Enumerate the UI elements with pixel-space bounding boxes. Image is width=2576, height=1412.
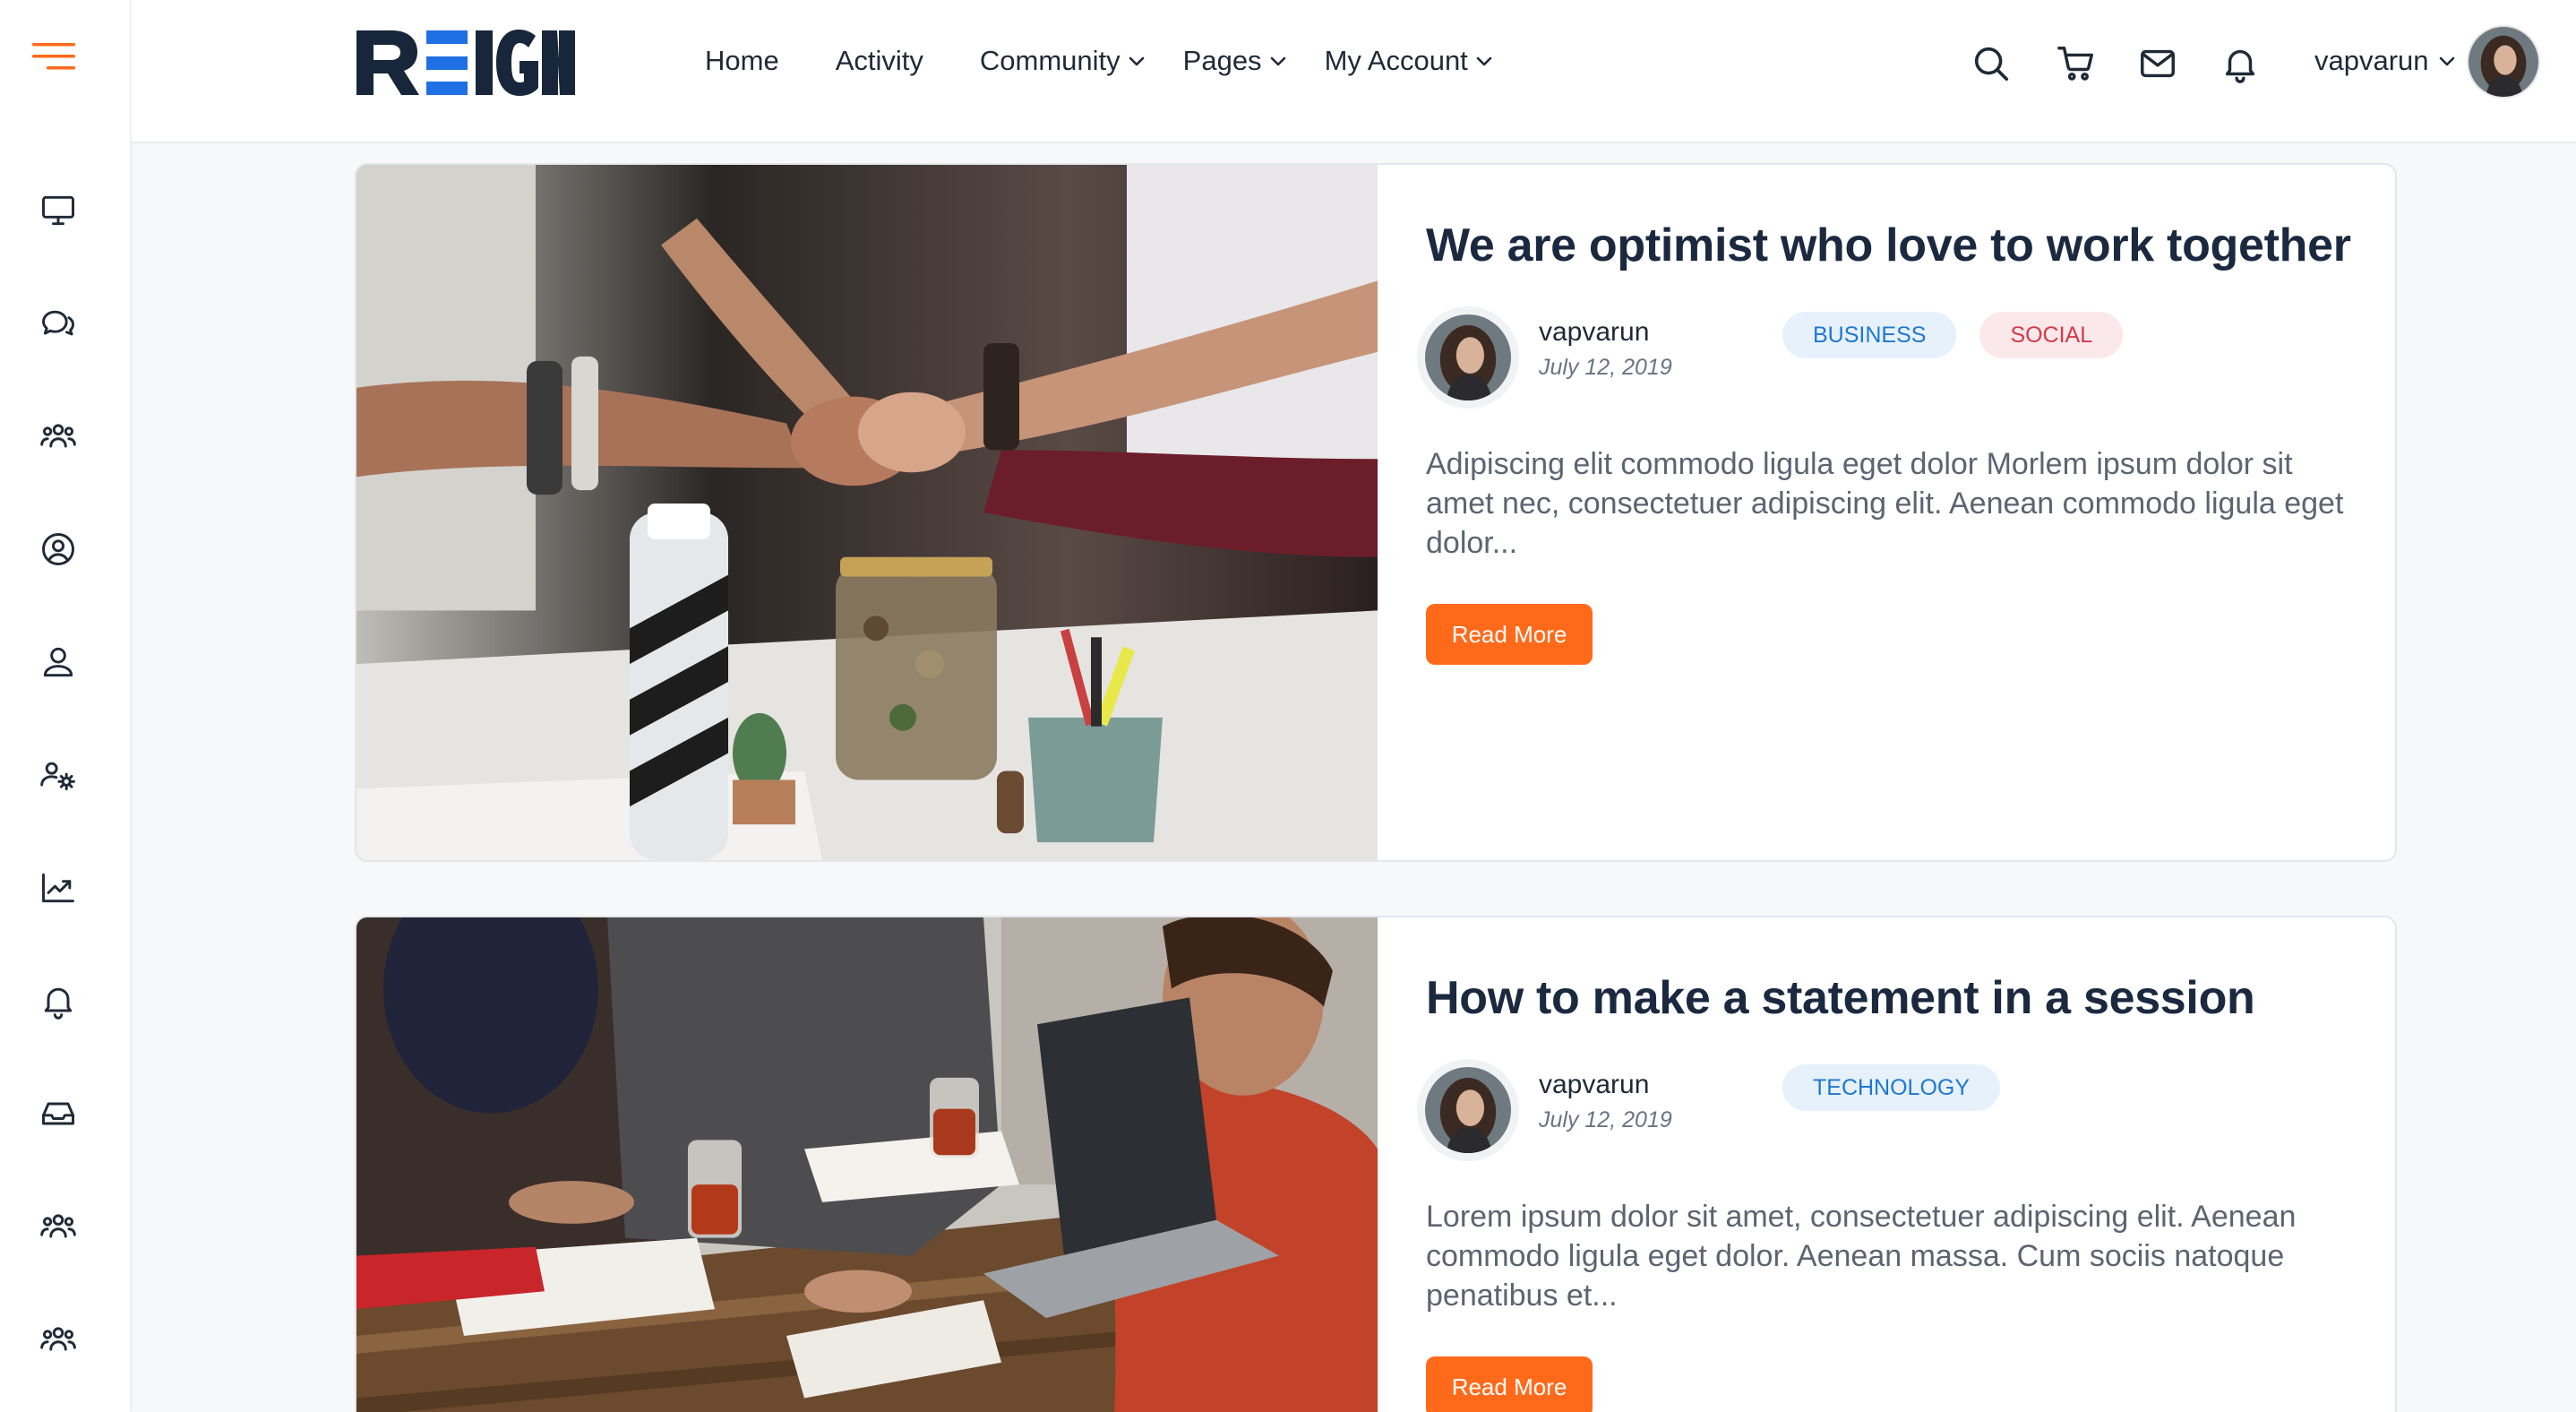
author-name[interactable]: vapvarun	[1539, 1070, 1649, 1100]
tag-business[interactable]: BUSINESS	[1782, 312, 1957, 358]
post-title[interactable]: How to make a statement in a session	[1426, 971, 2255, 1025]
post-card: We are optimist who love to work togethe…	[355, 163, 2397, 862]
nav-item-label: Home	[705, 45, 779, 76]
nav-item-label: Activity	[835, 45, 923, 76]
chevron-down-icon	[1476, 56, 1492, 66]
user-settings-icon[interactable]	[36, 753, 81, 797]
menu-icon[interactable]	[32, 41, 77, 72]
user-menu[interactable]: vapvarun	[2314, 45, 2458, 77]
user-circle-icon[interactable]	[36, 527, 81, 572]
post-date: July 12, 2019	[1539, 1107, 1672, 1132]
user-icon[interactable]	[36, 640, 81, 684]
post-card: How to make a statement in a session vap…	[355, 916, 2397, 1412]
inbox-icon[interactable]	[36, 1091, 81, 1136]
cart-icon[interactable]	[2052, 39, 2100, 88]
chevron-down-icon	[1129, 56, 1144, 66]
nav-item-label: My Account	[1324, 45, 1468, 76]
tag-list: TECHNOLOGY	[1782, 1064, 2023, 1111]
main-nav: Home Activity Community Pages My Account	[705, 45, 1495, 77]
bell-icon[interactable]	[2216, 39, 2264, 88]
bell-icon[interactable]	[36, 978, 81, 1023]
avatar[interactable]	[2467, 25, 2540, 99]
chevron-down-icon	[1270, 56, 1285, 66]
nav-item-pages[interactable]: Pages	[1183, 45, 1289, 77]
tag-social[interactable]: SOCIAL	[1979, 312, 2124, 358]
post-image-teamwork[interactable]	[356, 165, 1378, 860]
left-sidebar	[0, 0, 131, 1412]
post-image-meeting[interactable]	[356, 917, 1378, 1412]
groups-icon[interactable]	[36, 1204, 81, 1249]
tag-technology[interactable]: TECHNOLOGY	[1782, 1064, 2001, 1111]
post-excerpt: Adipiscing elit commodo ligula eget dolo…	[1426, 447, 2344, 560]
monitor-icon[interactable]	[36, 188, 81, 233]
nav-item-label: Community	[979, 45, 1121, 76]
header-actions: vapvarun	[1931, 25, 2576, 100]
author-avatar[interactable]	[1417, 306, 1519, 409]
post-excerpt: Lorem ipsum dolor sit amet, consectetuer…	[1426, 1200, 2297, 1313]
chart-line-icon[interactable]	[36, 865, 81, 910]
read-more-button[interactable]: Read More	[1426, 1356, 1593, 1412]
groups-icon[interactable]	[36, 1317, 81, 1362]
author-name[interactable]: vapvarun	[1539, 317, 1649, 348]
groups-icon[interactable]	[36, 414, 81, 459]
post-title[interactable]: We are optimist who love to work togethe…	[1426, 219, 2351, 272]
reign-logo[interactable]	[353, 25, 577, 100]
read-more-button[interactable]: Read More	[1426, 604, 1593, 665]
author-avatar[interactable]	[1417, 1059, 1519, 1161]
top-header: Home Activity Community Pages My Account	[131, 0, 2576, 143]
nav-item-label: Pages	[1182, 45, 1262, 76]
post-date: July 12, 2019	[1539, 355, 1672, 380]
search-icon[interactable]	[1967, 39, 2015, 88]
nav-item-community[interactable]: Community	[980, 45, 1147, 77]
mail-icon[interactable]	[2134, 39, 2182, 88]
chevron-down-icon	[2439, 56, 2454, 66]
tag-list: BUSINESS SOCIAL	[1782, 312, 2146, 358]
nav-item-my-account[interactable]: My Account	[1325, 45, 1495, 77]
nav-item-activity[interactable]: Activity	[836, 45, 923, 77]
nav-item-home[interactable]: Home	[705, 45, 779, 77]
chat-bubbles-icon[interactable]	[36, 301, 81, 346]
user-name: vapvarun	[2314, 45, 2429, 76]
